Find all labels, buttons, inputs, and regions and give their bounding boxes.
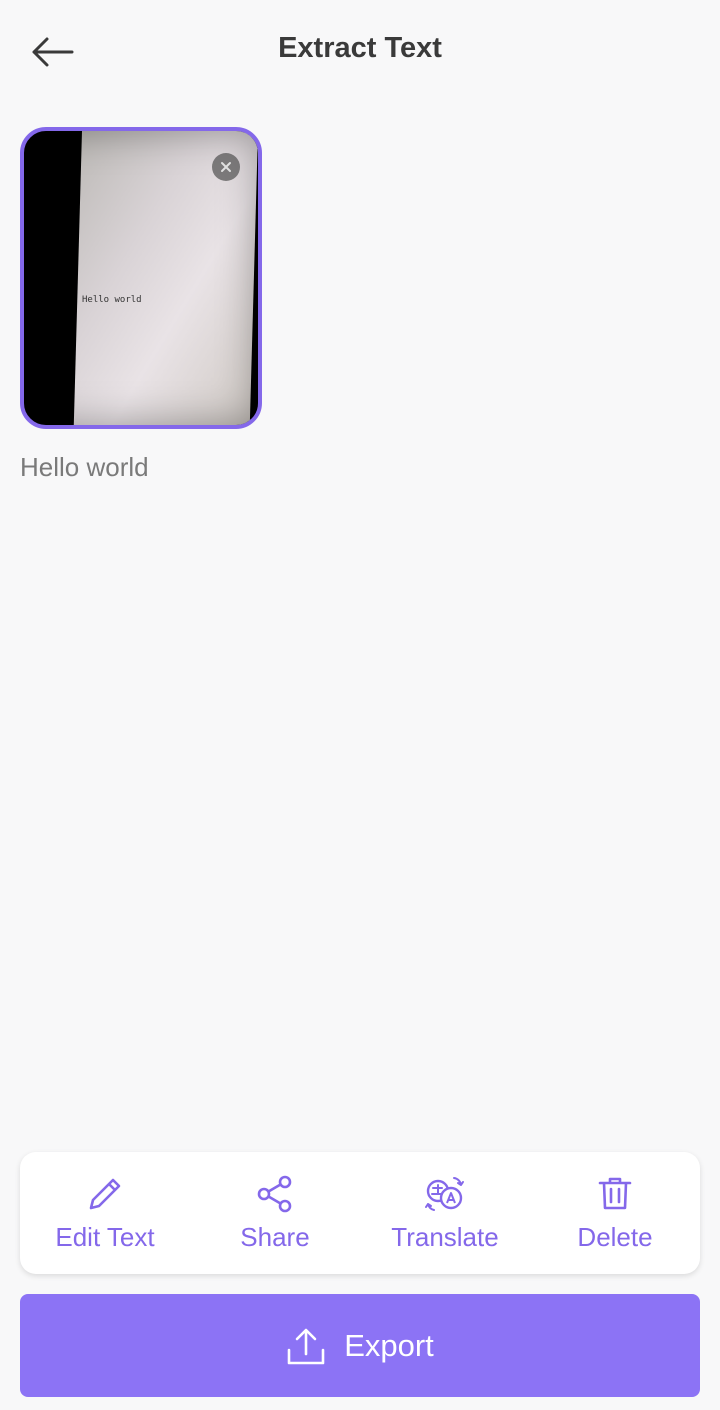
translate-label: Translate [391, 1222, 499, 1252]
translate-icon [425, 1177, 464, 1211]
translate-button[interactable]: Translate [360, 1152, 530, 1274]
export-label: Export [344, 1327, 434, 1363]
export-button[interactable]: Export [20, 1294, 700, 1397]
photo-text: Hello world [82, 295, 142, 305]
extracted-text[interactable]: Hello world [20, 452, 149, 483]
delete-label: Delete [577, 1222, 653, 1252]
share-label: Share [240, 1222, 310, 1252]
app-header: Extract Text [0, 0, 720, 104]
trash-icon [598, 1177, 632, 1210]
edit-text-label: Edit Text [55, 1222, 155, 1252]
upload-icon [287, 1328, 325, 1364]
share-button[interactable]: Share [190, 1152, 360, 1274]
share-icon [257, 1175, 292, 1213]
close-icon [221, 162, 231, 172]
edit-text-button[interactable]: Edit Text [20, 1152, 190, 1274]
delete-button[interactable]: Delete [530, 1152, 700, 1274]
source-image-thumbnail[interactable]: Hello world [20, 127, 262, 429]
page-title: Extract Text [278, 32, 442, 64]
action-toolbar: Edit Text Share Translate Delete [20, 1152, 700, 1274]
pencil-icon [89, 1178, 121, 1210]
remove-image-button[interactable] [212, 153, 240, 181]
